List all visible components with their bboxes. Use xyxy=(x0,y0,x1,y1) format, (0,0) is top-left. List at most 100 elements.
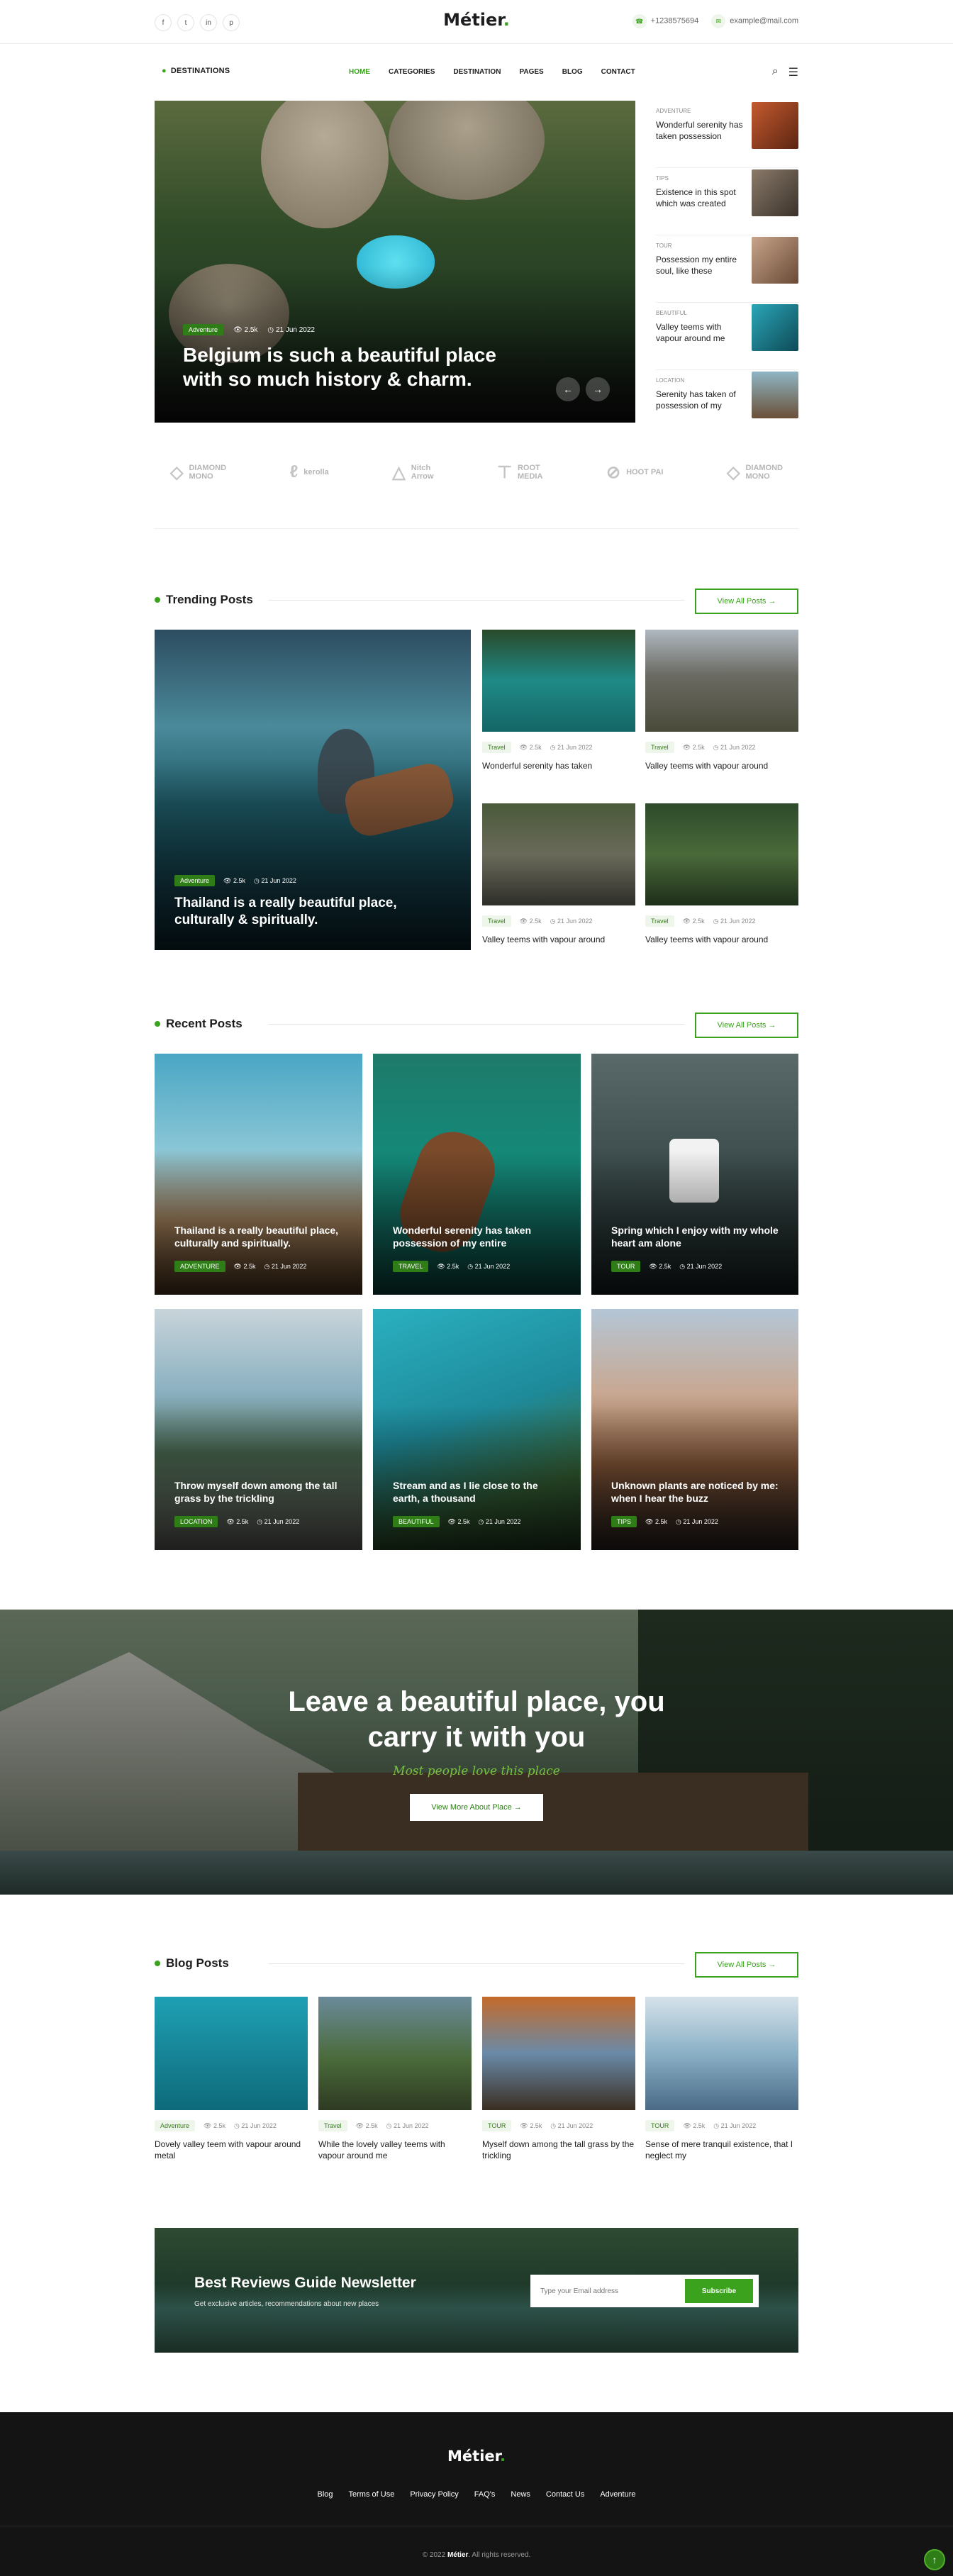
site-logo[interactable]: Métier. xyxy=(0,10,953,30)
blog-card[interactable]: Travel 👁 2.5k ◷ 21 Jun 2022 While the love… xyxy=(318,1997,472,2161)
recent-card[interactable]: Wonderful serenity has taken possession … xyxy=(373,1054,581,1295)
category-badge[interactable]: Travel xyxy=(645,742,674,753)
scroll-top-icon[interactable]: ↑ xyxy=(924,2549,945,2570)
blog-card[interactable]: Adventure 👁 2.5k ◷ 21 Jun 2022 Dovely vall… xyxy=(155,1997,308,2161)
side-post-title[interactable]: Wonderful serenity has taken possession xyxy=(656,119,745,142)
footer-link-faq[interactable]: FAQ's xyxy=(474,2490,496,2499)
phone-link[interactable]: ☎ +1238575694 xyxy=(632,14,698,28)
side-post-thumbnail[interactable] xyxy=(752,372,798,418)
side-post-title[interactable]: Serenity has taken of possession of my xyxy=(656,389,745,411)
footer-link-adventure[interactable]: Adventure xyxy=(600,2490,635,2499)
card-image[interactable] xyxy=(318,1997,472,2110)
trending-mini-card[interactable]: Travel 👁 2.5k ◷ 21 Jun 2022 Wonderful sere… xyxy=(482,630,635,771)
side-post[interactable]: ADVENTURE Wonderful serenity has taken p… xyxy=(656,101,798,168)
view-all-recent-button[interactable]: View All Posts → xyxy=(695,1013,798,1038)
card-title[interactable]: Thailand is a really beautiful place, cu… xyxy=(174,895,451,929)
trending-mini-card[interactable]: Travel 👁 2.5k ◷ 21 Jun 2022 Valley teems w… xyxy=(645,803,798,945)
card-image[interactable] xyxy=(645,803,798,905)
card-title[interactable]: Stream and as I lie close to the earth, … xyxy=(393,1479,561,1505)
side-post-title[interactable]: Existence in this spot which was created xyxy=(656,186,745,209)
category-badge[interactable]: Travel xyxy=(482,742,511,753)
card-image[interactable] xyxy=(482,630,635,732)
side-post[interactable]: TOUR Possession my entire soul, like the… xyxy=(656,235,798,303)
card-title[interactable]: Sense of mere tranquil existence, that I… xyxy=(645,2139,798,2161)
view-all-trending-button[interactable]: View All Posts → xyxy=(695,589,798,614)
email-link[interactable]: ✉ example@mail.com xyxy=(711,14,798,28)
category-badge[interactable]: Adventure xyxy=(155,2120,196,2131)
nav-item-contact[interactable]: CONTACT xyxy=(601,68,635,76)
side-post-title[interactable]: Valley teems with vapour around me xyxy=(656,321,745,344)
recent-card[interactable]: Thailand is a really beautiful place, cu… xyxy=(155,1054,362,1295)
card-image[interactable] xyxy=(645,630,798,732)
card-title[interactable]: Valley teems with vapour around xyxy=(645,934,798,945)
menu-icon[interactable]: ☰ xyxy=(788,65,798,79)
brand-logo[interactable]: ℓ kerolla xyxy=(290,462,329,482)
card-image[interactable] xyxy=(482,1997,635,2110)
nav-item-categories[interactable]: CATEGORIES xyxy=(389,68,435,76)
side-post-thumbnail[interactable] xyxy=(752,237,798,284)
destinations-menu[interactable]: ● DESTINATIONS xyxy=(162,67,230,75)
brand-logo[interactable]: ⊘ HOOT PAI xyxy=(606,462,663,483)
recent-card[interactable]: Unknown plants are noticed by me: when I… xyxy=(591,1309,798,1550)
recent-card[interactable]: Stream and as I lie close to the earth, … xyxy=(373,1309,581,1550)
side-post-thumbnail[interactable] xyxy=(752,102,798,149)
card-title[interactable]: Dovely valley teem with vapour around me… xyxy=(155,2139,308,2161)
side-post[interactable]: TIPS Existence in this spot which was cr… xyxy=(656,168,798,235)
prev-slide-button[interactable]: ← xyxy=(556,377,580,401)
card-title[interactable]: Wonderful serenity has taken possession … xyxy=(393,1224,561,1249)
recent-card[interactable]: Throw myself down among the tall grass b… xyxy=(155,1309,362,1550)
category-badge[interactable]: TOUR xyxy=(611,1261,641,1272)
footer-link-contact[interactable]: Contact Us xyxy=(546,2490,584,2499)
nav-item-pages[interactable]: PAGES xyxy=(519,68,543,76)
footer-link-terms[interactable]: Terms of Use xyxy=(349,2490,395,2499)
side-post-thumbnail[interactable] xyxy=(752,304,798,351)
hero-slider[interactable]: Adventure 👁 2.5k ◷ 21 Jun 2022 Belgium i… xyxy=(155,101,635,423)
trending-mini-card[interactable]: Travel 👁 2.5k ◷ 21 Jun 2022 Valley teems w… xyxy=(482,803,635,945)
card-image[interactable] xyxy=(482,803,635,905)
recent-card[interactable]: Spring which I enjoy with my whole heart… xyxy=(591,1054,798,1295)
footer-link-privacy[interactable]: Privacy Policy xyxy=(410,2490,458,2499)
trending-main-card[interactable]: Adventure 👁 2.5k ◷ 21 Jun 2022 Thailand … xyxy=(155,630,471,950)
card-image[interactable] xyxy=(155,1997,308,2110)
brand-logo[interactable]: ⊤ ROOT MEDIA xyxy=(497,462,542,483)
side-post[interactable]: LOCATION Serenity has taken of possessio… xyxy=(656,370,798,437)
brand-logo[interactable]: ◇ DIAMOND MONO xyxy=(727,462,783,483)
card-title[interactable]: While the lovely valley teems with vapou… xyxy=(318,2139,472,2161)
category-badge[interactable]: Travel xyxy=(482,915,511,927)
card-title[interactable]: Wonderful serenity has taken xyxy=(482,760,635,771)
category-badge[interactable]: Adventure xyxy=(183,324,224,335)
card-title[interactable]: Thailand is a really beautiful place, cu… xyxy=(174,1224,342,1249)
blog-card[interactable]: TOUR 👁 2.5k ◷ 21 Jun 2022 Myself down amon… xyxy=(482,1997,635,2161)
card-title[interactable]: Spring which I enjoy with my whole heart… xyxy=(611,1224,779,1249)
blog-card[interactable]: TOUR 👁 2.5k ◷ 21 Jun 2022 Sense of mere tr… xyxy=(645,1997,798,2161)
category-badge[interactable]: TOUR xyxy=(645,2120,675,2131)
card-title[interactable]: Valley teems with vapour around xyxy=(645,760,798,771)
nav-item-destination[interactable]: DESTINATION xyxy=(453,68,501,76)
brand-logo[interactable]: ◇ DIAMOND MONO xyxy=(170,462,226,483)
nav-item-home[interactable]: HOME xyxy=(349,68,370,76)
trending-mini-card[interactable]: Travel 👁 2.5k ◷ 21 Jun 2022 Valley teems w… xyxy=(645,630,798,771)
view-more-place-button[interactable]: View More About Place → xyxy=(410,1794,543,1821)
next-slide-button[interactable]: → xyxy=(586,377,610,401)
category-badge[interactable]: Travel xyxy=(318,2120,347,2131)
side-post[interactable]: BEAUTIFUL Valley teems with vapour aroun… xyxy=(656,303,798,370)
brand-logo[interactable]: △ Nitch Arrow xyxy=(392,462,433,483)
category-badge[interactable]: Adventure xyxy=(174,875,216,886)
category-badge[interactable]: TOUR xyxy=(482,2120,512,2131)
view-all-blog-button[interactable]: View All Posts → xyxy=(695,1952,798,1978)
category-badge[interactable]: LOCATION xyxy=(174,1516,218,1527)
category-badge[interactable]: TRAVEL xyxy=(393,1261,429,1272)
category-badge[interactable]: Travel xyxy=(645,915,674,927)
card-title[interactable]: Throw myself down among the tall grass b… xyxy=(174,1479,342,1505)
category-badge[interactable]: BEAUTIFUL xyxy=(393,1516,440,1527)
card-image[interactable] xyxy=(645,1997,798,2110)
subscribe-button[interactable]: Subscribe xyxy=(685,2279,753,2303)
nav-item-blog[interactable]: BLOG xyxy=(562,68,583,76)
side-post-thumbnail[interactable] xyxy=(752,169,798,216)
category-badge[interactable]: TIPS xyxy=(611,1516,637,1527)
side-post-title[interactable]: Possession my entire soul, like these xyxy=(656,254,745,277)
card-title[interactable]: Valley teems with vapour around xyxy=(482,934,635,945)
search-icon[interactable]: ⌕ xyxy=(772,65,779,79)
hero-title[interactable]: Belgium is such a beautiful place with s… xyxy=(183,343,516,391)
footer-link-news[interactable]: News xyxy=(511,2490,530,2499)
